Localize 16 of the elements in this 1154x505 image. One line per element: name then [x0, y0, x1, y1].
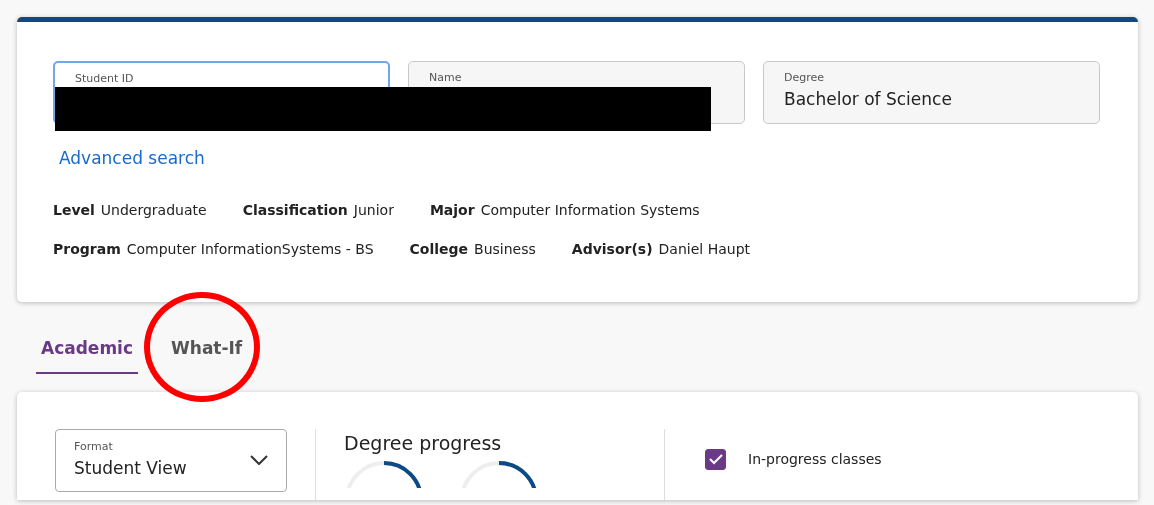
info-label: College Business	[409, 239, 536, 259]
advanced-search-link[interactable]: Advanced search	[59, 146, 205, 172]
checkbox[interactable]	[705, 448, 726, 470]
chevron-down-icon	[250, 455, 268, 465]
section-title: Degree progress	[344, 430, 503, 456]
format-dropdown[interactable]: Format Student View	[55, 428, 287, 492]
info-label: Program Computer InformationSystems - BS	[53, 239, 374, 259]
checkmark-icon	[708, 453, 723, 465]
tab[interactable]: Academic	[36, 332, 139, 374]
input-field[interactable]: Degree Bachelor of Science	[763, 61, 1100, 124]
info-label: Classification Junior	[242, 200, 394, 220]
info-label: Level Undergraduate	[53, 200, 207, 220]
tab[interactable]: What-If	[166, 332, 248, 374]
checkbox-label: In-progress classes	[748, 449, 882, 469]
info-label: Advisor(s) Daniel Haupt	[571, 239, 751, 259]
info-label: Major Computer Information Systems	[429, 200, 700, 220]
